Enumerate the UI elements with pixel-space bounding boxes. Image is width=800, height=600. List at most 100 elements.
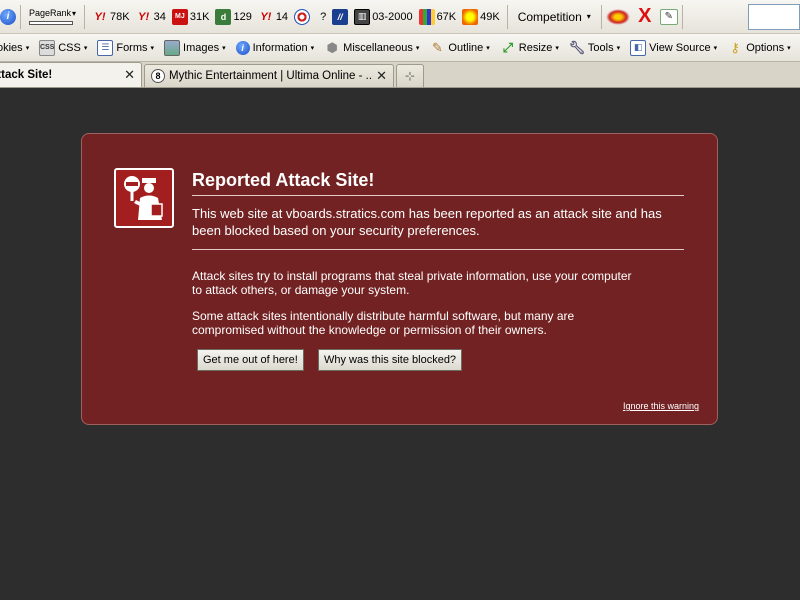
chevron-down-icon: ▾: [415, 44, 420, 52]
stat-archive[interactable]: //: [329, 8, 351, 25]
forms-icon: ☰: [97, 39, 114, 56]
stat-archive-date[interactable]: ▥ 03-2000: [351, 8, 415, 25]
cube-icon: ⬢: [326, 39, 338, 55]
close-icon[interactable]: ✕: [376, 68, 387, 84]
stat-sun[interactable]: 49K: [459, 8, 503, 25]
stat-value: ?: [320, 10, 327, 23]
police-officer-icon: [114, 168, 174, 228]
chevron-down-icon: ▾: [555, 44, 559, 52]
new-tab-button[interactable]: ⊹: [396, 64, 424, 87]
stat-yahoo-other[interactable]: Y! 14: [255, 9, 291, 25]
menu-label: Options: [746, 41, 785, 54]
stat-value: 49K: [480, 10, 500, 23]
stat-value: 78K: [110, 10, 130, 23]
competition-label: Competition: [517, 9, 582, 24]
stat-bars[interactable]: 67K: [416, 8, 460, 25]
stat-value: 67K: [436, 10, 457, 23]
seo-toolbar: i PageRank▾ Y! 78K Y! 34 MJ 31K d 129 Y!…: [0, 0, 800, 34]
resize-menu[interactable]: ⤢ Resize ▾: [495, 40, 564, 56]
search-input[interactable]: [748, 3, 800, 30]
chevron-down-icon: ▾: [83, 44, 88, 52]
chevron-down-icon: ▾: [150, 44, 155, 52]
tools-menu[interactable]: 🔧︎ Tools ▾: [564, 40, 625, 56]
toolbar-separator: [20, 4, 21, 29]
menu-label: Miscellaneous: [343, 41, 413, 54]
stat-value: 129: [233, 10, 252, 23]
sun-icon: [462, 8, 479, 25]
wrench-icon: 🔧︎: [568, 39, 586, 55]
competition-button[interactable]: Competition ▾: [512, 10, 597, 24]
tab-label: Attack Site!: [0, 69, 53, 81]
key-icon: ⚷: [730, 39, 740, 55]
ignore-warning-link[interactable]: Ignore this warning: [623, 401, 699, 411]
information-icon: i: [235, 40, 250, 55]
archive-icon: //: [332, 8, 349, 25]
stat-value: 34: [153, 10, 166, 23]
toolbar-separator: [681, 4, 683, 29]
menu-label: Forms: [116, 41, 148, 54]
information-menu[interactable]: i Information ▾: [231, 40, 320, 55]
chevron-down-icon: ▾: [586, 12, 591, 21]
css-menu[interactable]: CSS CSS ▾: [34, 39, 92, 56]
forms-menu[interactable]: ☰ Forms ▾: [92, 39, 159, 56]
tab-strip: Attack Site! ✕ 8 Mythic Entertainment | …: [0, 62, 800, 88]
resize-icon: ⤢: [502, 39, 513, 55]
edit-note-icon[interactable]: ✎: [659, 8, 678, 25]
web-developer-toolbar: okies▾ CSS CSS▾ ☰ Forms▾ Images▾ i Infor…: [0, 34, 800, 62]
warning-description: This web site at vboards.stratics.com ha…: [192, 205, 684, 250]
stat-yahoo-pages[interactable]: Y! 34: [133, 9, 169, 25]
menu-label: Information: [252, 41, 308, 54]
yahoo-icon: Y!: [138, 10, 150, 23]
tab-mythic-entertainment[interactable]: 8 Mythic Entertainment | Ultima Online -…: [144, 64, 394, 87]
attack-site-warning-panel: Reported Attack Site! This web site at v…: [81, 133, 718, 425]
close-icon[interactable]: ✕: [124, 67, 135, 83]
chevron-down-icon: ▾: [25, 44, 30, 52]
chevron-down-icon: ▾: [787, 44, 791, 52]
new-tab-icon: ⊹: [404, 69, 416, 83]
tab-attack-site[interactable]: Attack Site! ✕: [0, 62, 142, 87]
chevron-down-icon: ▾: [616, 44, 621, 52]
stat-target[interactable]: ?: [291, 8, 329, 25]
menu-label: okies: [0, 41, 23, 54]
why-blocked-button[interactable]: Why was this site blocked?: [318, 349, 463, 371]
outline-menu[interactable]: ✎ Outline ▾: [424, 40, 494, 56]
pagerank-meter[interactable]: PageRank▾: [25, 8, 80, 25]
warning-title: Reported Attack Site!: [192, 170, 684, 196]
view-source-icon: ◧: [630, 39, 647, 56]
css-icon: CSS: [39, 39, 56, 56]
stat-majestic[interactable]: MJ 31K: [169, 8, 213, 25]
chevron-down-icon: ▾: [486, 44, 490, 52]
yahoo-icon: Y!: [94, 10, 106, 23]
warning-explanation: Attack sites try to install programs tha…: [192, 269, 632, 297]
stat-yahoo-links[interactable]: Y! 78K: [89, 9, 133, 25]
miscellaneous-menu[interactable]: ⬢ Miscellaneous ▾: [319, 40, 424, 56]
options-menu[interactable]: ⚷ Options ▾: [722, 40, 795, 56]
images-menu[interactable]: Images ▾: [159, 39, 231, 56]
menu-label: Images: [183, 41, 220, 54]
close-x-icon[interactable]: X: [630, 5, 660, 27]
bars-icon: [418, 8, 435, 25]
calendar-icon: ▥: [354, 8, 371, 25]
pagerank-bar: [29, 21, 73, 25]
tab-label: Mythic Entertainment | Ultima Online - .…: [169, 70, 373, 82]
menu-label: CSS: [58, 41, 81, 54]
info-icon[interactable]: i: [0, 8, 16, 25]
menu-label: View Source: [649, 41, 711, 54]
majestic-seo-icon: MJ: [171, 8, 188, 25]
stat-value: 31K: [189, 10, 210, 23]
chevron-down-icon: ▾: [310, 44, 315, 52]
chevron-down-icon: ▾: [72, 9, 77, 18]
images-icon: [164, 39, 181, 56]
pagerank-label: PageRank: [29, 8, 72, 18]
ufo-icon[interactable]: [605, 8, 630, 25]
get-me-out-button[interactable]: Get me out of here!: [197, 349, 304, 371]
chevron-down-icon: ▾: [222, 44, 226, 52]
stat-value: 03-2000: [372, 10, 413, 23]
cookies-menu[interactable]: okies▾: [0, 42, 34, 54]
menu-label: Tools: [587, 41, 614, 54]
site-favicon-icon: 8: [151, 69, 165, 83]
view-source-menu[interactable]: ◧ View Source ▾: [625, 39, 722, 56]
stat-delicious[interactable]: d 129: [212, 8, 254, 25]
delicious-icon: d: [215, 8, 232, 25]
yahoo-icon: Y!: [260, 10, 272, 23]
